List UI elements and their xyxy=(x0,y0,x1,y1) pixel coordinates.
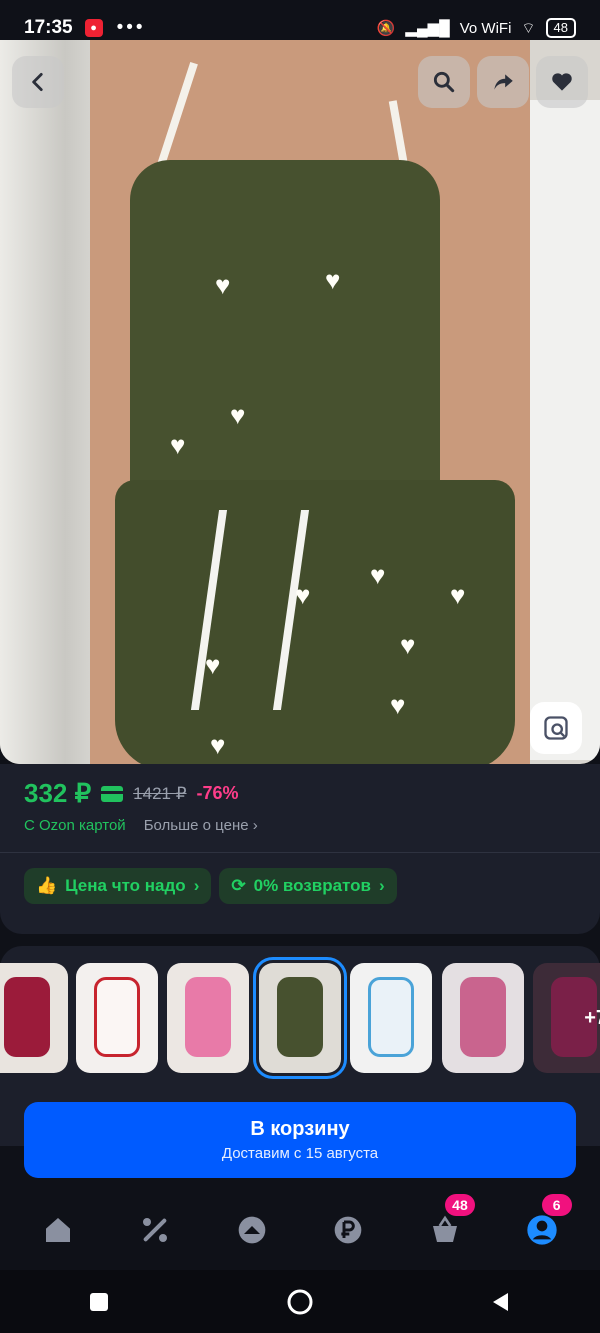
variant-thumb[interactable] xyxy=(350,963,432,1073)
add-to-cart-button[interactable]: В корзину Доставим с 15 августа xyxy=(24,1102,576,1178)
heart-icon xyxy=(552,73,572,91)
cart-icon xyxy=(432,1215,457,1242)
back-triangle-icon[interactable] xyxy=(489,1290,513,1314)
back-button[interactable] xyxy=(12,56,64,108)
nav-home[interactable] xyxy=(34,1206,82,1254)
variant-image xyxy=(460,977,506,1057)
nav-finance[interactable] xyxy=(324,1206,372,1254)
cart-count-badge: 48 xyxy=(444,1194,475,1216)
more-variants-count: +7 xyxy=(584,1007,600,1029)
nav-profile[interactable]: 6 xyxy=(518,1194,572,1254)
finance-icon xyxy=(334,1216,362,1244)
search-button[interactable] xyxy=(418,56,470,108)
share-button[interactable] xyxy=(477,56,529,108)
chevron-right-icon: › xyxy=(193,876,200,895)
heart-print: ♥ xyxy=(400,630,416,660)
wifi-icon: ⌔ xyxy=(521,19,536,37)
variant-image xyxy=(185,977,231,1057)
nav-discounts[interactable] xyxy=(131,1206,179,1254)
heart-print: ♥ xyxy=(450,580,466,610)
heart-print: ♥ xyxy=(390,690,406,720)
variant-image xyxy=(94,977,140,1057)
recents-icon[interactable] xyxy=(87,1290,111,1314)
chip-label: Цена что надо xyxy=(65,876,186,895)
network-label: Vo WiFi xyxy=(459,19,512,37)
heart-print: ♥ xyxy=(205,650,221,680)
heart-print: ♥ xyxy=(325,265,341,295)
heart-print: ♥ xyxy=(170,430,186,460)
variant-thumb-more[interactable]: +7 xyxy=(533,963,600,1073)
variant-thumb[interactable] xyxy=(442,963,524,1073)
back-icon xyxy=(32,73,43,91)
profile-notifications-badge: 6 xyxy=(541,1194,572,1216)
more-notifications-icon: ••• xyxy=(116,17,146,38)
variant-image xyxy=(4,977,50,1057)
visual-search-button[interactable] xyxy=(530,702,582,754)
catalog-icon xyxy=(238,1216,265,1244)
heart-print: ♥ xyxy=(230,400,246,430)
chip-zero-returns[interactable]: ⟳ 0% возвратов › xyxy=(219,868,397,904)
discount-badge: -76% xyxy=(196,783,239,803)
search-icon xyxy=(433,71,455,93)
nav-cart[interactable]: 48 xyxy=(421,1194,475,1254)
favorite-button[interactable] xyxy=(536,56,588,108)
share-icon xyxy=(494,74,513,90)
more-about-price-label: Больше о цене xyxy=(143,817,249,834)
delivery-date-label: Доставим с 15 августа xyxy=(221,1145,379,1162)
pajama-top xyxy=(130,160,440,520)
discount-icon xyxy=(142,1218,167,1242)
variant-image xyxy=(368,977,414,1057)
variant-thumb-selected[interactable] xyxy=(253,957,347,1079)
battery-level: 48 xyxy=(545,18,576,38)
ozon-card-icon xyxy=(101,785,124,802)
thumbs-up-icon: 👍 xyxy=(36,876,58,895)
variant-thumb[interactable] xyxy=(76,963,158,1073)
signal-icon: ▂▄▆█ xyxy=(405,20,450,37)
system-nav-bar xyxy=(0,1270,600,1333)
divider xyxy=(0,852,600,853)
heart-print: ♥ xyxy=(295,580,311,610)
image-search-icon xyxy=(544,716,568,740)
home-icon xyxy=(46,1218,71,1242)
heart-print: ♥ xyxy=(215,270,231,300)
product-screen: 17:35 ● ••• 🔕 ▂▄▆█ Vo WiFi ⌔ 48 ♥ ♥ ♥ ♥ … xyxy=(0,0,600,1333)
pajama-shorts xyxy=(115,480,515,764)
more-about-price-link[interactable]: Больше о цене › xyxy=(144,817,258,834)
heart-print: ♥ xyxy=(370,560,386,590)
chevron-right-icon: › xyxy=(378,876,385,895)
nav-catalog[interactable] xyxy=(228,1206,276,1254)
old-price: 1421 ₽ xyxy=(133,783,187,803)
chip-good-price[interactable]: 👍 Цена что надо › xyxy=(24,868,212,904)
mute-icon: 🔕 xyxy=(376,20,396,37)
benefit-chips: 👍 Цена что надо › ⟳ 0% возвратов › xyxy=(24,868,397,904)
status-bar: 17:35 ● ••• 🔕 ▂▄▆█ Vo WiFi ⌔ 48 xyxy=(0,0,600,56)
product-image[interactable]: ♥ ♥ ♥ ♥ ♥ ♥ ♥ ♥ ♥ ♥ ♥ xyxy=(0,40,600,764)
variant-thumb[interactable] xyxy=(0,963,68,1073)
notification-icon: ● xyxy=(84,19,103,37)
home-circle-icon[interactable] xyxy=(285,1287,315,1317)
bottom-nav: 48 6 xyxy=(0,1190,600,1270)
ozon-card-label: С Ozon картой xyxy=(24,817,126,834)
variant-image xyxy=(277,977,323,1057)
add-to-cart-label: В корзину xyxy=(250,1118,350,1140)
price-row[interactable]: 332 ₽ 1421 ₽ -76% xyxy=(24,778,239,809)
chevron-right-icon: › xyxy=(252,817,258,834)
status-time: 17:35 xyxy=(24,17,73,38)
variant-thumb[interactable] xyxy=(167,963,249,1073)
current-price: 332 ₽ xyxy=(24,778,92,808)
price-subrow: С Ozon картой Больше о цене › xyxy=(24,817,258,834)
profile-icon xyxy=(526,1215,557,1245)
chip-label: 0% возвратов xyxy=(253,876,371,895)
return-icon: ⟳ xyxy=(231,876,246,895)
heart-print: ♥ xyxy=(210,730,226,760)
